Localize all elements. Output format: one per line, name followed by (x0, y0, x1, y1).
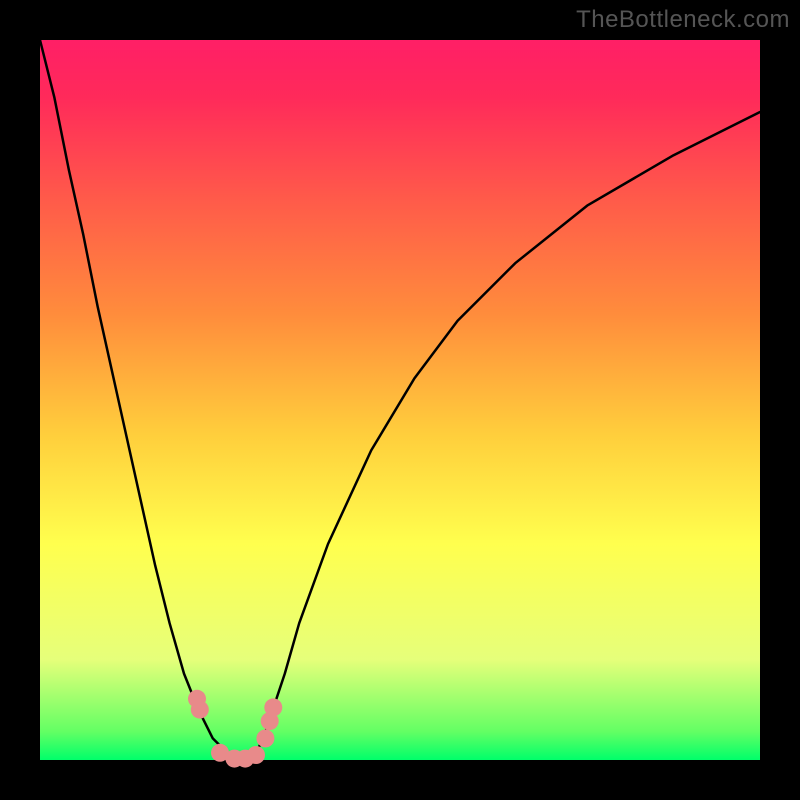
highlight-dot (264, 698, 282, 716)
highlight-dot (247, 746, 265, 764)
highlight-dots (188, 690, 282, 768)
watermark-text: TheBottleneck.com (576, 6, 790, 34)
chart-svg (40, 40, 760, 760)
bottleneck-curve (40, 40, 760, 760)
plot-area (40, 40, 760, 760)
highlight-dot (191, 701, 209, 719)
highlight-dot (256, 729, 274, 747)
outer-frame: TheBottleneck.com (0, 0, 800, 800)
